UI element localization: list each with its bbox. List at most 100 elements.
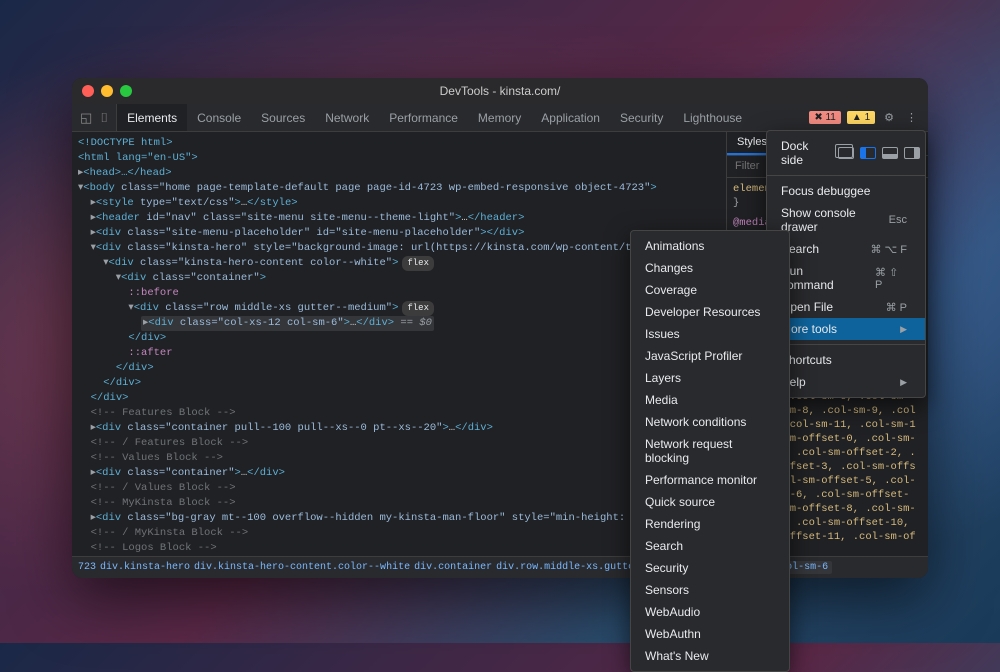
more-tools-javascript-profiler[interactable]: JavaScript Profiler [631, 345, 789, 367]
menu-shortcut: ⌘ ⌥ F [870, 243, 907, 256]
dom-tree-line[interactable]: <!-- / Features Block --> [78, 436, 720, 451]
more-tools-network-request-blocking[interactable]: Network request blocking [631, 433, 789, 469]
dom-tree-line[interactable]: ▾<div class="row middle-xs gutter--mediu… [78, 301, 720, 316]
dom-tree-line[interactable]: </div> [78, 376, 720, 391]
settings-gear-icon[interactable]: ⚙ [881, 111, 897, 124]
dock-right-icon[interactable] [904, 147, 920, 159]
breadcrumb-item[interactable]: div.kinsta-hero [100, 562, 190, 573]
titlebar: DevTools - kinsta.com/ [72, 78, 928, 104]
dom-tree-line[interactable]: ▸<head>…</head> [78, 166, 720, 181]
tab-lighthouse[interactable]: Lighthouse [673, 104, 752, 131]
kebab-shortcuts[interactable]: Shortcuts [767, 349, 925, 371]
breadcrumb-item[interactable]: 723 [78, 562, 96, 573]
dock-left-icon[interactable] [860, 147, 876, 159]
tab-performance[interactable]: Performance [379, 104, 468, 131]
dom-tree-line[interactable]: ▾<div class="container"> [78, 271, 720, 286]
tab-security[interactable]: Security [610, 104, 673, 131]
breadcrumb-item[interactable]: div.kinsta-hero-content.color--white [194, 562, 410, 573]
elements-panel[interactable]: <!DOCTYPE html><html lang="en-US">▸<head… [72, 132, 726, 556]
kebab-show-console-drawer[interactable]: Show console drawerEsc [767, 202, 925, 238]
select-element-icon[interactable]: ◱ [80, 110, 92, 126]
more-tools-media[interactable]: Media [631, 389, 789, 411]
more-tools-animations[interactable]: Animations [631, 235, 789, 257]
kebab-search[interactable]: Search⌘ ⌥ F [767, 238, 925, 260]
minimize-button[interactable] [101, 85, 113, 97]
elements-breadcrumb: 723 div.kinsta-hero div.kinsta-hero-conten… [72, 556, 928, 578]
tab-elements[interactable]: Elements [117, 104, 187, 131]
dom-tree-line[interactable]: </div> [78, 361, 720, 376]
dom-tree-line[interactable]: </div> [78, 391, 720, 406]
dom-tree-line[interactable]: <!DOCTYPE html> [78, 136, 720, 151]
more-tools-sensors[interactable]: Sensors [631, 579, 789, 601]
kebab-focus-debuggee[interactable]: Focus debuggee [767, 180, 925, 202]
more-tools-developer-resources[interactable]: Developer Resources [631, 301, 789, 323]
tab-sources[interactable]: Sources [251, 104, 315, 131]
maximize-button[interactable] [120, 85, 132, 97]
dom-tree-line[interactable]: <html lang="en-US"> [78, 151, 720, 166]
kebab-help[interactable]: Help▶ [767, 371, 925, 393]
warning-count-badge[interactable]: ▲ 1 [847, 111, 875, 124]
dom-tree-line[interactable]: ▾<div class="kinsta-hero-content color--… [78, 256, 720, 271]
menu-shortcut: ⌘ P [886, 301, 907, 314]
more-tools-performance-monitor[interactable]: Performance monitor [631, 469, 789, 491]
kebab-menu-icon[interactable]: ⋮ [903, 111, 920, 124]
dock-side-label: Dock side [781, 139, 808, 167]
tabbar-right: ✖ 11 ▲ 1 ⚙ ⋮ [801, 104, 928, 131]
dom-tree-line[interactable]: ▸<div class="bg-gray mt--100 overflow--h… [78, 511, 720, 526]
more-tools-changes[interactable]: Changes [631, 257, 789, 279]
dom-tree-line[interactable]: ▸<div class="site-menu-placeholder" id="… [78, 226, 720, 241]
tab-console[interactable]: Console [187, 104, 251, 131]
more-tools-layers[interactable]: Layers [631, 367, 789, 389]
dock-bottom-icon[interactable] [882, 147, 898, 159]
dom-tree-line[interactable]: ▾<div class="kinsta-hero" style="backgro… [78, 241, 720, 256]
warning-count: 1 [865, 112, 871, 123]
kebab-run-command[interactable]: Run command⌘ ⇧ P [767, 260, 925, 296]
more-tools-what's-new[interactable]: What's New [631, 645, 789, 667]
dom-tree-line[interactable]: ▸<header id="nav" class="site-menu site-… [78, 211, 720, 226]
dom-tree-line[interactable]: <!-- / Values Block --> [78, 481, 720, 496]
submenu-arrow-icon: ▶ [900, 377, 907, 388]
more-tools-network-conditions[interactable]: Network conditions [631, 411, 789, 433]
tab-application[interactable]: Application [531, 104, 610, 131]
close-button[interactable] [82, 85, 94, 97]
dom-tree-line[interactable]: ▾<body class="home page-template-default… [78, 181, 720, 196]
window-title: DevTools - kinsta.com/ [72, 84, 928, 98]
dom-tree-line[interactable]: ::before [78, 286, 720, 301]
kebab-menu: Dock side Focus debuggeeShow console dra… [766, 130, 926, 398]
device-mode-icon[interactable]: ⌷ [100, 110, 108, 126]
more-tools-quick-source[interactable]: Quick source [631, 491, 789, 513]
kebab-more-tools[interactable]: More tools▶ [767, 318, 925, 340]
menu-separator [767, 344, 925, 345]
dom-tree-line[interactable]: <!-- MyKinsta Block --> [78, 496, 720, 511]
dom-tree-line[interactable]: </div> [78, 331, 720, 346]
more-tools-webaudio[interactable]: WebAudio [631, 601, 789, 623]
tab-memory[interactable]: Memory [468, 104, 531, 131]
breadcrumb-item[interactable]: div.container [414, 562, 492, 573]
dom-tree-line[interactable]: <!-- Logos Block --> [78, 541, 720, 556]
dom-tree-line[interactable]: ::after [78, 346, 720, 361]
kebab-open-file[interactable]: Open File⌘ P [767, 296, 925, 318]
submenu-arrow-icon: ▶ [900, 324, 907, 335]
more-tools-rendering[interactable]: Rendering [631, 513, 789, 535]
dock-icons [828, 147, 930, 159]
main-tabbar: ◱ ⌷ ElementsConsoleSourcesNetworkPerform… [72, 104, 928, 132]
dom-tree-line[interactable]: ▸<div class="col-xs-12 col-sm-6">…</div>… [78, 316, 720, 331]
more-tools-security[interactable]: Security [631, 557, 789, 579]
dom-tree-line[interactable]: <!-- / MyKinsta Block --> [78, 526, 720, 541]
error-count-badge[interactable]: ✖ 11 [809, 111, 841, 124]
more-tools-menu: AnimationsChangesCoverageDeveloper Resou… [630, 230, 790, 672]
dom-tree-line[interactable]: ▸<style type="text/css">…</style> [78, 196, 720, 211]
more-tools-search[interactable]: Search [631, 535, 789, 557]
dom-tree-line[interactable]: ▸<div class="container">…</div> [78, 466, 720, 481]
dom-tree-line[interactable]: <!-- Values Block --> [78, 451, 720, 466]
dom-tree-line[interactable]: <!-- Features Block --> [78, 406, 720, 421]
tab-network[interactable]: Network [315, 104, 379, 131]
more-tools-coverage[interactable]: Coverage [631, 279, 789, 301]
dom-tree-line[interactable]: ▸<div class="container pull--100 pull--x… [78, 421, 720, 436]
menu-item-label: Run command [781, 264, 855, 292]
dock-undock-icon[interactable] [838, 147, 854, 159]
more-tools-webauthn[interactable]: WebAuthn [631, 623, 789, 645]
traffic-lights [82, 85, 132, 97]
toolbar-icons: ◱ ⌷ [72, 104, 117, 131]
more-tools-issues[interactable]: Issues [631, 323, 789, 345]
